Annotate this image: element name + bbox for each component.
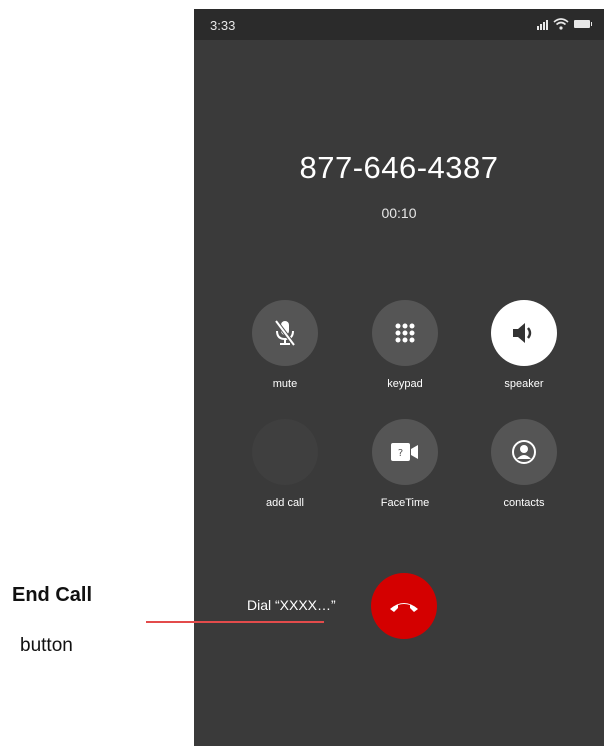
mic-off-icon [252, 300, 318, 366]
add-call-label: add call [266, 497, 304, 509]
annotation-title: End Call [12, 584, 93, 606]
mute-button[interactable]: mute [240, 300, 330, 390]
add-call-icon [252, 419, 318, 485]
svg-text:?: ? [398, 448, 403, 459]
keypad-button[interactable]: keypad [360, 300, 450, 390]
annotation-pointer-line [146, 621, 324, 623]
call-timer: 00:10 [381, 205, 417, 221]
annotation-subtitle: button [20, 635, 73, 656]
contacts-button[interactable]: contacts [479, 419, 569, 509]
facetime-icon: ? [372, 419, 438, 485]
keypad-label: keypad [387, 378, 423, 390]
dial-label: Dial “XXXX…” [247, 597, 336, 613]
end-call-icon [390, 603, 418, 612]
battery-icon [574, 20, 592, 28]
facetime-button[interactable]: ? FaceTime [360, 419, 450, 509]
keypad-icon [372, 300, 438, 366]
facetime-label: FaceTime [380, 497, 430, 509]
contacts-icon [491, 419, 557, 485]
speaker-button[interactable]: speaker [479, 300, 569, 390]
add-call-button[interactable]: add call [240, 419, 330, 509]
call-screen: 3:33 877-646-4387 00:10 mute keypad spea… [194, 9, 604, 746]
wifi-icon [553, 18, 569, 30]
status-time: 3:33 [210, 18, 236, 33]
mute-label: mute [272, 378, 298, 390]
contacts-label: contacts [503, 497, 545, 509]
status-bar: 3:33 [194, 9, 604, 40]
end-call-button[interactable] [371, 573, 437, 639]
status-icons [537, 18, 592, 30]
speaker-icon [491, 300, 557, 366]
caller-number: 877-646-4387 [299, 150, 499, 185]
speaker-label: speaker [504, 378, 544, 390]
signal-icon [537, 19, 548, 30]
